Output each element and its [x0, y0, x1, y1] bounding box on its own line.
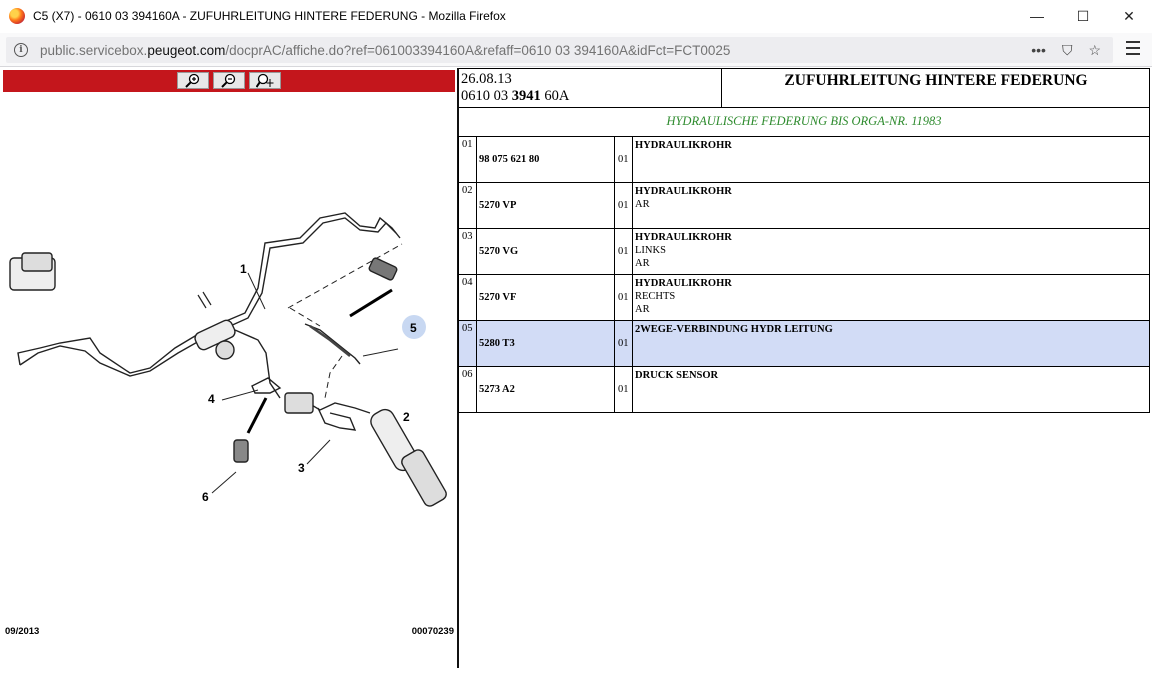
bookmark-star-icon[interactable]: ☆: [1088, 42, 1101, 59]
parts-row[interactable]: 04 5270 VF 01 HYDRAULIKROHR RECHTS AR: [458, 274, 1150, 321]
window-title: C5 (X7) - 0610 03 394160A - ZUFUHRLEITUN…: [33, 9, 506, 23]
item-number: 06: [458, 366, 477, 413]
part-name: DRUCK SENSOR: [635, 370, 719, 381]
zoom-move-button[interactable]: [249, 72, 281, 89]
part-description: HYDRAULIKROHR AR: [632, 182, 1150, 229]
parts-table: 01 98 075 621 80 01 HYDRAULIKROHR 02 5270 VP 0…: [458, 136, 1150, 413]
header-info: 26.08.13 0610 03 3941 60A: [461, 71, 569, 105]
url-path: /docprAC/affiche.do?ref=061003394160A&re…: [225, 42, 731, 58]
part-name: HYDRAULIKROHR: [635, 140, 732, 151]
url-field[interactable]: i public.servicebox.peugeot.com/docprAC/…: [6, 37, 1113, 63]
part-description: HYDRAULIKROHR LINKS AR: [632, 228, 1150, 275]
part-description: DRUCK SENSOR: [632, 366, 1150, 413]
part-name: 2WEGE-VERBINDUNG HYDR LEITUNG: [635, 324, 833, 335]
minimize-button[interactable]: —: [1014, 0, 1060, 32]
diagram-number: 00070239: [411, 626, 454, 637]
zoom-in-icon: [185, 73, 200, 88]
item-number: 01: [458, 136, 477, 183]
parts-row[interactable]: 06 5273 A2 01 DRUCK SENSOR: [458, 366, 1150, 413]
zoom-toolbar: [3, 70, 455, 92]
url-domain: peugeot.com: [147, 42, 226, 58]
part-quantity: 01: [614, 228, 633, 275]
part-reference[interactable]: 5273 A2: [476, 366, 615, 413]
callout-5: 5: [410, 321, 417, 335]
url-actions: ••• ⛉ ☆: [1031, 37, 1101, 63]
diagram-pane: 1 2 3 4 5 6 09/2013 00070239: [0, 68, 457, 668]
window-titlebar: C5 (X7) - 0610 03 394160A - ZUFUHRLEITUN…: [0, 0, 1152, 32]
part-detail: RECHTS: [635, 291, 676, 302]
callout-3: 3: [298, 461, 305, 475]
pocket-icon[interactable]: ⛉: [1062, 42, 1073, 59]
part-description: 2WEGE-VERBINDUNG HYDR LEITUNG: [632, 320, 1150, 367]
callout-2: 2: [403, 410, 410, 424]
close-button[interactable]: ✕: [1106, 0, 1152, 32]
part-description: HYDRAULIKROHR RECHTS AR: [632, 274, 1150, 321]
part-reference[interactable]: 5270 VF: [476, 274, 615, 321]
exploded-parts-diagram: 1 2 3 4 5 6: [9, 212, 447, 507]
diagram-date: 09/2013: [5, 626, 40, 637]
part-reference[interactable]: 98 075 621 80: [476, 136, 615, 183]
callout-4: 4: [208, 392, 215, 406]
window-controls: — ☐ ✕: [1014, 0, 1152, 32]
url-prefix: public.servicebox.: [40, 42, 148, 58]
page-actions-icon[interactable]: •••: [1031, 42, 1046, 58]
navigation-bar: i public.servicebox.peugeot.com/docprAC/…: [0, 33, 1152, 67]
zoom-move-icon: [256, 73, 274, 88]
url-text[interactable]: public.servicebox.peugeot.com/docprAC/af…: [40, 43, 730, 58]
part-quantity: 01: [614, 136, 633, 183]
part-reference[interactable]: 5270 VP: [476, 182, 615, 229]
document-date: 26.08.13: [461, 71, 512, 87]
part-quantity: 01: [614, 274, 633, 321]
parts-row[interactable]: 03 5270 VG 01 HYDRAULIKROHR LINKS AR: [458, 228, 1150, 275]
part-reference[interactable]: 5280 T3: [476, 320, 615, 367]
item-number: 02: [458, 182, 477, 229]
document-header: 26.08.13 0610 03 3941 60A ZUFUHRLEITUNG …: [459, 68, 1150, 108]
parts-row[interactable]: 02 5270 VP 01 HYDRAULIKROHR AR: [458, 182, 1150, 229]
part-name: HYDRAULIKROHR: [635, 278, 732, 289]
item-number: 04: [458, 274, 477, 321]
part-detail: LINKS: [635, 245, 666, 256]
zoom-out-button[interactable]: [213, 72, 245, 89]
part-detail: AR: [635, 199, 650, 210]
part-reference[interactable]: 5270 VG: [476, 228, 615, 275]
part-quantity: 01: [614, 366, 633, 413]
part-description: HYDRAULIKROHR: [632, 136, 1150, 183]
part-detail: AR: [635, 304, 650, 315]
document-subtitle: HYDRAULISCHE FEDERUNG BIS ORGA-NR. 11983: [459, 107, 1150, 137]
part-name: HYDRAULIKROHR: [635, 186, 732, 197]
parts-pane: 26.08.13 0610 03 3941 60A ZUFUHRLEITUNG …: [458, 68, 1152, 668]
zoom-out-icon: [221, 73, 236, 88]
maximize-button[interactable]: ☐: [1060, 0, 1106, 32]
parts-row[interactable]: 05 5280 T3 01 2WEGE-VERBINDUNG HYDR LEITUNG: [458, 320, 1150, 367]
hamburger-menu-icon[interactable]: [1126, 41, 1140, 55]
document-title: ZUFUHRLEITUNG HINTERE FEDERUNG: [784, 72, 1088, 89]
part-quantity: 01: [614, 320, 633, 367]
callout-6: 6: [202, 490, 209, 504]
document-reference: 0610 03 3941 60A: [461, 88, 570, 104]
part-name: HYDRAULIKROHR: [635, 232, 732, 243]
callout-1: 1: [240, 262, 247, 276]
zoom-in-button[interactable]: [177, 72, 209, 89]
item-number: 05: [458, 320, 477, 367]
item-number: 03: [458, 228, 477, 275]
part-detail: AR: [635, 258, 650, 269]
parts-row[interactable]: 01 98 075 621 80 01 HYDRAULIKROHR: [458, 136, 1150, 183]
part-quantity: 01: [614, 182, 633, 229]
site-info-icon[interactable]: i: [14, 43, 28, 57]
firefox-logo-icon: [9, 8, 25, 24]
